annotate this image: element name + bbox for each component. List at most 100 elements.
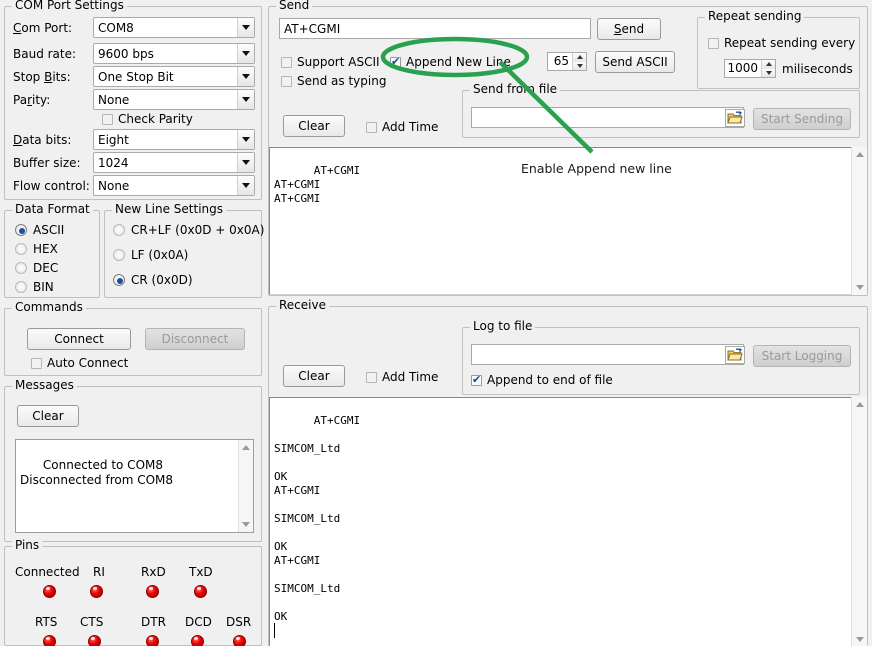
checkbox-box bbox=[31, 358, 42, 369]
radio-data-format-ascii[interactable]: ASCII bbox=[15, 223, 64, 237]
spinner-down-icon[interactable] bbox=[573, 62, 586, 71]
connect-button[interactable]: Connect bbox=[27, 328, 131, 350]
stop-bits-label: Stop Bits: bbox=[13, 70, 71, 84]
receive-log-scrollbar[interactable] bbox=[851, 397, 867, 646]
chevron-down-icon[interactable] bbox=[237, 90, 254, 109]
spinner-buttons[interactable] bbox=[572, 53, 586, 70]
radio-newline-crlf[interactable]: CR+LF (0x0D + 0x0A) bbox=[113, 223, 264, 237]
radio-data-format-bin[interactable]: BIN bbox=[15, 280, 54, 294]
commands-legend: Commands bbox=[12, 301, 86, 314]
receive-add-time-checkbox[interactable]: Add Time bbox=[366, 370, 438, 384]
pin-label-cts: CTS bbox=[80, 615, 103, 629]
checkbox-box bbox=[366, 372, 377, 383]
chevron-down-icon[interactable] bbox=[237, 18, 254, 37]
send-button[interactable]: Send bbox=[597, 18, 661, 40]
scroll-up-icon[interactable] bbox=[852, 147, 867, 162]
send-add-time-checkbox[interactable]: Add Time bbox=[366, 120, 438, 134]
send-file-path-input[interactable] bbox=[471, 107, 744, 128]
chevron-down-icon[interactable] bbox=[237, 153, 254, 172]
radio-data-format-dec[interactable]: DEC bbox=[15, 261, 58, 275]
pins-legend: Pins bbox=[12, 539, 42, 552]
messages-list[interactable]: Connected to COM8 Disconnected from COM8 bbox=[15, 439, 254, 533]
scroll-up-icon[interactable] bbox=[239, 440, 253, 455]
flow-control-combobox[interactable]: None bbox=[93, 175, 255, 196]
send-group: Send AT+CGMI Send Support ASCII Append N… bbox=[268, 6, 868, 296]
spinner-buttons[interactable] bbox=[761, 60, 775, 77]
com-port-combobox[interactable]: COM8 bbox=[93, 17, 255, 38]
messages-scrollbar[interactable] bbox=[238, 440, 253, 532]
radio-dot bbox=[113, 274, 125, 286]
repeat-interval-spinner[interactable]: 1000 bbox=[724, 59, 776, 78]
annotation-text: Enable Append new line bbox=[521, 161, 672, 176]
radio-dot bbox=[15, 281, 27, 293]
parity-combobox[interactable]: None bbox=[93, 89, 255, 110]
start-sending-button[interactable]: Start Sending bbox=[753, 108, 851, 130]
send-command-value: AT+CGMI bbox=[284, 22, 340, 36]
log-file-browse-button[interactable] bbox=[725, 346, 745, 364]
receive-add-time-label: Add Time bbox=[382, 370, 438, 384]
log-file-path-input[interactable] bbox=[471, 344, 744, 365]
data-bits-combobox[interactable]: Eight bbox=[93, 129, 255, 150]
receive-legend: Receive bbox=[276, 299, 329, 312]
messages-clear-button[interactable]: Clear bbox=[17, 405, 79, 427]
new-line-settings-group: New Line Settings CR+LF (0x0D + 0x0A) LF… bbox=[104, 210, 262, 298]
support-ascii-checkbox[interactable]: Support ASCII bbox=[281, 55, 380, 69]
spinner-down-icon[interactable] bbox=[762, 69, 775, 78]
scroll-down-icon[interactable] bbox=[852, 632, 867, 646]
repeat-sending-label: Repeat sending every bbox=[724, 36, 855, 50]
radio-dot bbox=[15, 224, 27, 236]
send-ascii-button[interactable]: Send ASCII bbox=[595, 51, 675, 73]
ascii-code-value: 65 bbox=[548, 53, 572, 70]
scroll-up-icon[interactable] bbox=[852, 397, 867, 412]
radio-label: BIN bbox=[33, 280, 54, 294]
checkbox-box bbox=[390, 57, 401, 68]
chevron-down-icon[interactable] bbox=[237, 130, 254, 149]
receive-log-area[interactable]: AT+CGMI SIMCOM_Ltd OK AT+CGMI SIMCOM_Ltd… bbox=[269, 397, 853, 646]
ascii-code-spinner[interactable]: 65 bbox=[547, 52, 587, 71]
send-clear-button[interactable]: Clear bbox=[283, 115, 345, 137]
send-log-scrollbar[interactable] bbox=[851, 147, 867, 295]
messages-legend: Messages bbox=[12, 379, 77, 392]
repeat-sending-checkbox[interactable]: Repeat sending every bbox=[708, 36, 855, 50]
radio-newline-lf[interactable]: LF (0x0A) bbox=[113, 248, 188, 262]
radio-newline-cr[interactable]: CR (0x0D) bbox=[113, 273, 193, 287]
radio-dot bbox=[15, 262, 27, 274]
commands-group: Commands Connect Disconnect Auto Connect bbox=[4, 308, 262, 376]
chevron-down-icon[interactable] bbox=[237, 176, 254, 195]
append-new-line-checkbox[interactable]: Append New Line bbox=[390, 55, 511, 69]
chevron-down-icon[interactable] bbox=[237, 44, 254, 63]
chevron-down-icon[interactable] bbox=[237, 67, 254, 86]
send-command-input[interactable]: AT+CGMI bbox=[279, 18, 591, 39]
baud-rate-combobox[interactable]: 9600 bps bbox=[93, 43, 255, 64]
radio-data-format-hex[interactable]: HEX bbox=[15, 242, 58, 256]
scroll-down-icon[interactable] bbox=[852, 280, 867, 295]
pin-led-ri bbox=[90, 585, 103, 598]
pin-label-dcd: DCD bbox=[185, 615, 212, 629]
spinner-up-icon[interactable] bbox=[573, 53, 586, 62]
data-format-legend: Data Format bbox=[12, 203, 93, 216]
append-to-end-checkbox[interactable]: Append to end of file bbox=[471, 373, 613, 387]
com-port-settings-legend: COM Port Settings bbox=[12, 0, 127, 12]
start-logging-button[interactable]: Start Logging bbox=[753, 345, 851, 367]
send-file-browse-button[interactable] bbox=[725, 109, 745, 127]
check-parity-checkbox[interactable]: Check Parity bbox=[102, 112, 193, 126]
stop-bits-combobox[interactable]: One Stop Bit bbox=[93, 66, 255, 87]
new-line-settings-legend: New Line Settings bbox=[112, 203, 226, 216]
disconnect-button[interactable]: Disconnect bbox=[145, 328, 245, 350]
send-as-typing-checkbox[interactable]: Send as typing bbox=[281, 74, 386, 88]
com-port-value: COM8 bbox=[98, 21, 237, 35]
pin-led-txd bbox=[194, 585, 207, 598]
buffer-size-combobox[interactable]: 1024 bbox=[93, 152, 255, 173]
auto-connect-checkbox[interactable]: Auto Connect bbox=[31, 356, 128, 370]
send-from-file-legend: Send from file bbox=[470, 83, 560, 96]
messages-group: Messages Clear Connected to COM8 Disconn… bbox=[4, 386, 262, 542]
spinner-up-icon[interactable] bbox=[762, 60, 775, 69]
radio-dot bbox=[113, 224, 125, 236]
flow-control-label: Flow control: bbox=[13, 179, 90, 193]
checkbox-box bbox=[281, 57, 292, 68]
scroll-down-icon[interactable] bbox=[239, 517, 253, 532]
pin-label-txd: TxD bbox=[189, 565, 213, 579]
radio-label: DEC bbox=[33, 261, 58, 275]
flow-control-value: None bbox=[98, 179, 237, 193]
receive-clear-button[interactable]: Clear bbox=[283, 365, 345, 387]
